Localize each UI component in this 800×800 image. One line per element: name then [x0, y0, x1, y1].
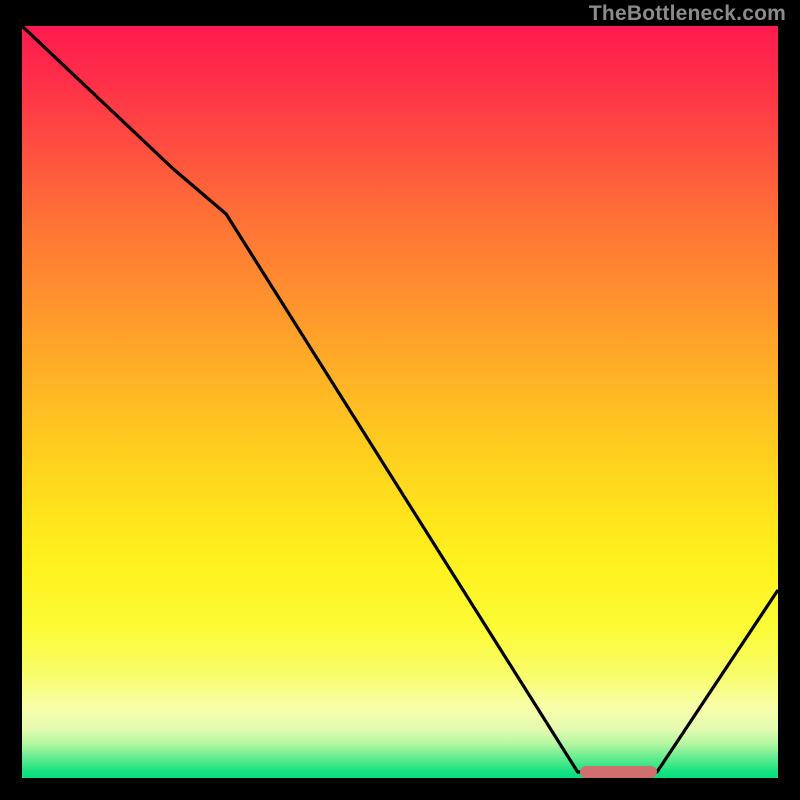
minimum-marker — [580, 766, 657, 778]
bottleneck-curve — [22, 26, 778, 778]
plot-area — [22, 26, 778, 778]
watermark: TheBottleneck.com — [589, 2, 786, 26]
